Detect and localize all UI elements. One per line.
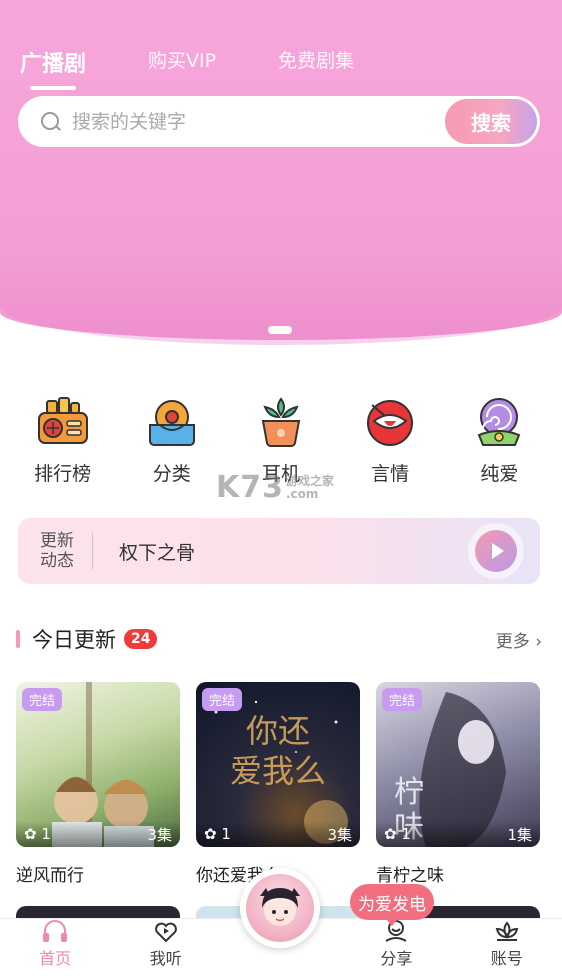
play-count: ✿ 1 [384,825,411,843]
play-icon [475,530,517,572]
more-label: 更多 [495,631,530,652]
heart-play-icon [154,922,177,943]
watermark-site-line1: 游戏之家 [286,473,335,488]
folder-icon [148,400,195,446]
tab-radio-drama[interactable]: 广播剧 [20,46,86,90]
category-classify[interactable]: 分类 [127,395,217,486]
svg-text:柠: 柠 [394,775,424,810]
succulent-icon [261,397,301,447]
update-news-banner[interactable]: 更新 动态 权下之骨 [18,518,540,584]
cover-footer: ✿ 1 3集 [16,821,180,847]
category-label: 排行榜 [34,463,92,485]
category-romance[interactable]: 言情 [345,395,435,486]
episode-count: 1集 [507,825,532,844]
episode-count: 3集 [147,825,172,844]
cover-footer: ✿ 1 1集 [376,821,540,847]
search-button[interactable]: 搜索 [445,99,537,144]
category-label: 分类 [152,463,191,485]
status-tag: 完结 [382,688,423,711]
update-count-badge: 24 [124,629,158,649]
search-bar: 搜索 [18,96,540,147]
drama-card[interactable]: 柠 味 完结 ✿ 1 1集 青柠之味 [376,682,540,886]
watermark-brand: K73 [216,470,284,505]
avatar [246,874,314,942]
news-tag-line1: 更新 [40,531,74,551]
news-tag: 更新 动态 [40,531,76,571]
news-tag-line2: 动态 [40,551,74,571]
more-link[interactable]: 更多 › [496,627,542,652]
drama-cover: 完结 ✿ 1 3集 [16,682,180,847]
news-text: 权下之骨 [119,541,196,564]
chevron-right-icon: › [535,631,542,652]
today-update-header: 今日更新 24 更多 › [16,624,542,654]
avatar-character-icon [260,888,300,926]
drama-title: 青柠之味 [376,866,444,886]
drama-card[interactable]: 完结 ✿ 1 3集 逆风而行 [16,682,180,886]
tab-listening[interactable]: 我听 [126,919,206,969]
section-title: 今日更新 [32,628,116,652]
status-tag: 完结 [202,688,243,711]
drama-cover: 你还 爱我么 完结 ✿ 1 3集 [196,682,360,847]
play-count-value: 1 [41,825,51,843]
tab-home[interactable]: 首页 [15,919,95,969]
tab-account[interactable]: 账号 [467,919,547,969]
episode-count: 3集 [327,825,352,844]
top-tabs: 广播剧 购买VIP 免费剧集 [20,46,354,90]
play-count-value: 1 [221,825,231,843]
category-ranking[interactable]: 排行榜 [18,395,108,486]
svg-text:你还: 你还 [246,712,310,750]
radio-icon [37,397,88,444]
drama-title: 逆风而行 [16,866,84,886]
category-label: 纯爱 [480,463,519,485]
play-count: ✿ 1 [204,825,231,843]
play-count: ✿ 1 [24,825,51,843]
tab-share[interactable]: 分享 [356,919,436,969]
charge-love-button[interactable]: 为爱发电 [350,884,434,926]
play-count-value: 1 [401,825,411,843]
banner-indicator [268,326,292,334]
watermark-logo: K73 游戏之家 .com [216,470,334,505]
today-update-list: 完结 ✿ 1 3集 逆风而行 你还 爱我么 完结 ✿ 1 3集 你还爱我么 柠 … [16,682,546,886]
search-icon [40,111,62,133]
cover-footer: ✿ 1 3集 [196,821,360,847]
lotus-icon [495,921,519,941]
status-tag: 完结 [22,688,63,711]
lips-icon [367,400,414,446]
tab-label: 首页 [39,949,72,968]
search-input[interactable] [72,110,422,133]
tab-label: 我听 [149,949,182,968]
watermark-site-line2: .com [286,486,319,501]
drama-cover: 柠 味 完结 ✿ 1 1集 [376,682,540,847]
tab-buy-vip[interactable]: 购买VIP [148,46,216,78]
svg-text:爱我么: 爱我么 [230,752,326,790]
headphones-icon [43,920,68,942]
news-divider [92,533,93,569]
tab-free-episodes[interactable]: 免费剧集 [278,46,354,78]
lollipop-icon [478,398,521,446]
news-play-button[interactable] [468,523,524,579]
category-pure-love[interactable]: 纯爱 [454,395,544,486]
tab-label: 账号 [490,949,523,968]
section-accent-bar [16,630,20,648]
drama-card[interactable]: 你还 爱我么 完结 ✿ 1 3集 你还爱我么 [196,682,360,886]
category-label: 言情 [371,463,410,485]
tab-label: 分享 [380,949,413,968]
center-avatar-button[interactable] [240,868,320,948]
watermark-site: 游戏之家 .com [286,473,335,501]
